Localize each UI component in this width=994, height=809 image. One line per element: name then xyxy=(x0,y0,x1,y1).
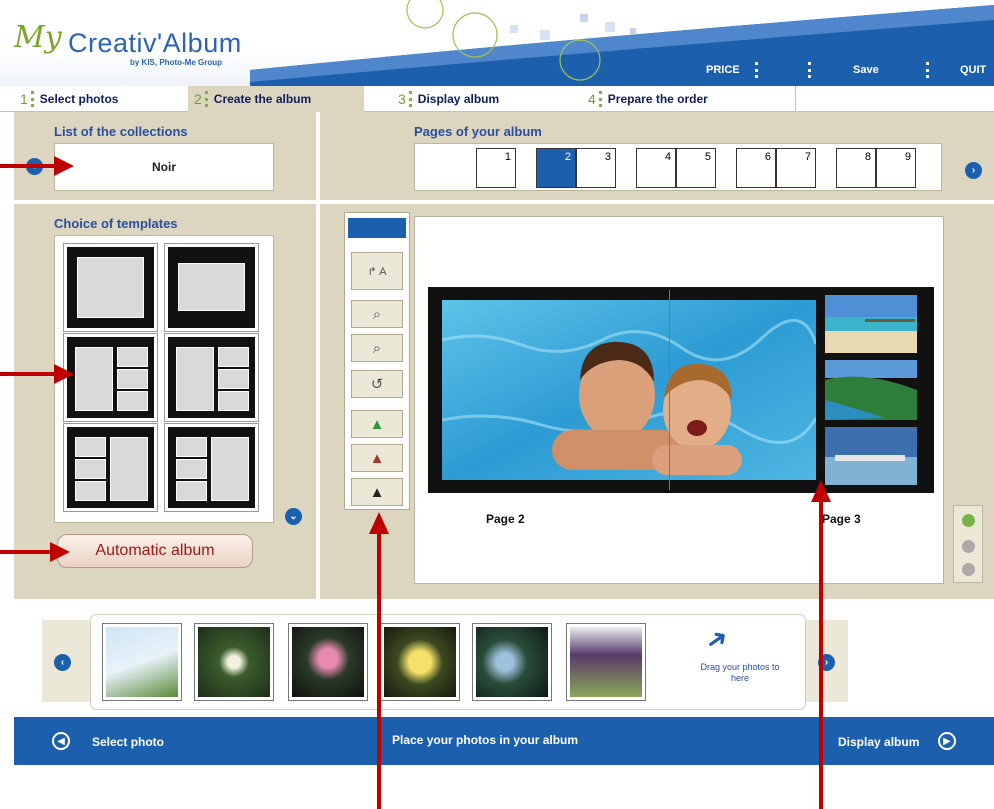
annotation-arrows xyxy=(0,156,831,809)
